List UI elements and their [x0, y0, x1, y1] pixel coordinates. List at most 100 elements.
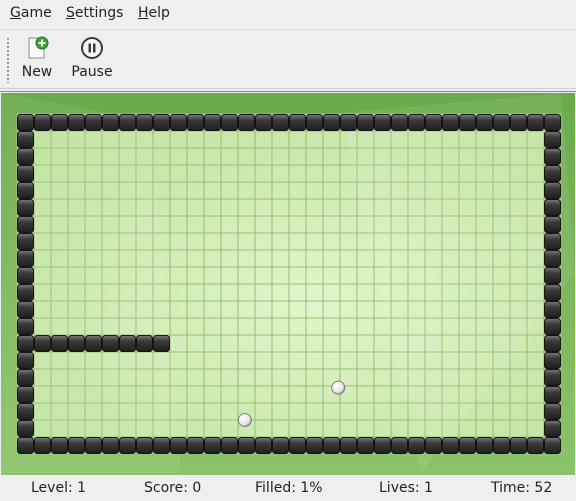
wall-block — [17, 182, 34, 199]
wall-block — [221, 437, 238, 454]
wall-block — [493, 437, 510, 454]
wall-block — [544, 437, 561, 454]
wall-block — [170, 114, 187, 131]
wall-block — [544, 199, 561, 216]
ball — [331, 380, 346, 395]
menu-help-label: elp — [148, 5, 170, 21]
wall-block — [17, 437, 34, 454]
wall-block — [17, 369, 34, 386]
wall-block — [153, 437, 170, 454]
wall-block — [374, 437, 391, 454]
wall-block — [136, 335, 153, 352]
wall-block — [544, 131, 561, 148]
wall-block — [510, 114, 527, 131]
wall-block — [544, 250, 561, 267]
wall-block — [17, 148, 34, 165]
wall-block — [544, 420, 561, 437]
wall-block — [476, 114, 493, 131]
wall-block — [544, 267, 561, 284]
toolbar-grip[interactable] — [6, 37, 10, 83]
wall-block — [17, 301, 34, 318]
wall-block — [391, 114, 408, 131]
wall-block — [119, 437, 136, 454]
new-game-label: New — [21, 64, 53, 80]
wall-block — [544, 403, 561, 420]
wall-block — [102, 114, 119, 131]
wall-block — [544, 318, 561, 335]
menu-game[interactable]: Game — [10, 5, 52, 21]
wall-block — [340, 114, 357, 131]
game-area — [0, 91, 576, 475]
wall-block — [425, 437, 442, 454]
pause-icon — [81, 37, 103, 59]
wall-block — [476, 437, 493, 454]
wall-block — [17, 267, 34, 284]
wall-block — [544, 335, 561, 352]
level-status: Level: 1 — [31, 480, 87, 496]
wall-block — [255, 437, 272, 454]
game-board[interactable] — [1, 93, 575, 475]
wall-block — [323, 437, 340, 454]
wall-block — [51, 335, 68, 352]
wall-block — [544, 233, 561, 250]
wall-block — [544, 369, 561, 386]
wall-block — [544, 216, 561, 233]
wall-block — [187, 437, 204, 454]
wall-block — [306, 437, 323, 454]
wall-block — [408, 114, 425, 131]
wall-block — [34, 114, 51, 131]
wall-block — [17, 335, 34, 352]
score-status: Score: 0 — [144, 480, 202, 496]
menu-game-label: ame — [20, 5, 52, 21]
wall-block — [544, 386, 561, 403]
wall-block — [544, 352, 561, 369]
wall-block — [85, 437, 102, 454]
wall-block — [544, 165, 561, 182]
wall-block — [544, 182, 561, 199]
wall-block — [102, 335, 119, 352]
menu-help-mnemonic: H — [138, 5, 149, 21]
wall-block — [323, 114, 340, 131]
wall-block — [238, 437, 255, 454]
wall-block — [204, 437, 221, 454]
wall-block — [255, 114, 272, 131]
lives-status: Lives: 1 — [379, 480, 433, 496]
menu-game-mnemonic: G — [10, 5, 21, 21]
wall-block — [102, 437, 119, 454]
menu-settings[interactable]: Settings — [66, 5, 123, 21]
pause-button[interactable]: Pause — [66, 35, 118, 85]
wall-block — [17, 386, 34, 403]
wall-block — [119, 114, 136, 131]
wall-block — [493, 114, 510, 131]
wall-block — [272, 437, 289, 454]
wall-block — [68, 335, 85, 352]
wall-block — [17, 284, 34, 301]
wall-block — [17, 114, 34, 131]
wall-block — [391, 437, 408, 454]
wall-block — [527, 437, 544, 454]
wall-block — [17, 131, 34, 148]
toolbar: New Pause — [0, 31, 576, 89]
wall-block — [357, 114, 374, 131]
wall-block — [51, 437, 68, 454]
wall-block — [51, 114, 68, 131]
wall-block — [68, 437, 85, 454]
wall-block — [289, 114, 306, 131]
wall-block — [459, 437, 476, 454]
wall-block — [187, 114, 204, 131]
wall-block — [459, 114, 476, 131]
menu-settings-mnemonic: S — [66, 5, 75, 21]
status-bar: Level: 1 Score: 0 Filled: 1% Lives: 1 Ti… — [0, 476, 576, 501]
wall-block — [34, 437, 51, 454]
wall-block — [340, 437, 357, 454]
new-game-button[interactable]: New — [11, 35, 63, 85]
wall-block — [119, 335, 136, 352]
wall-block — [68, 114, 85, 131]
wall-block — [544, 301, 561, 318]
wall-block — [544, 114, 561, 131]
wall-block — [17, 199, 34, 216]
menu-help[interactable]: Help — [138, 5, 170, 21]
new-game-icon — [28, 36, 49, 59]
wall-block — [306, 114, 323, 131]
wall-block — [17, 250, 34, 267]
